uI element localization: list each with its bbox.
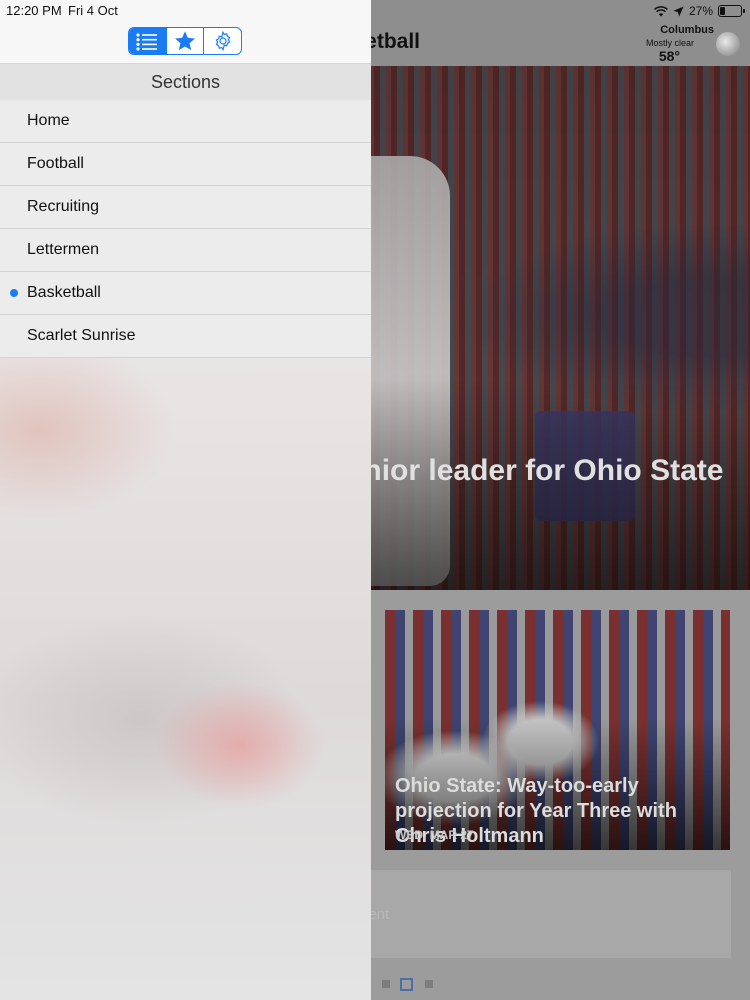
status-time: 12:20 PM (6, 3, 62, 18)
gear-icon (215, 30, 231, 52)
section-item-label: Scarlet Sunrise (27, 327, 136, 344)
page-dot[interactable] (382, 980, 390, 988)
battery-percentage: 27% (688, 4, 713, 18)
section-item-scarlet-sunrise[interactable]: Scarlet Sunrise (0, 315, 371, 358)
segment-settings[interactable] (203, 28, 241, 54)
sections-header: Sections (0, 64, 371, 100)
status-bar: 12:20 PM Fri 4 Oct 27% (0, 0, 750, 22)
weather-widget[interactable]: Columbus Mostly clear 58° (634, 22, 744, 64)
location-arrow-icon (673, 5, 684, 17)
section-list: Home Football Recruiting Lettermen Baske… (0, 100, 371, 358)
section-item-lettermen[interactable]: Lettermen (0, 229, 371, 272)
status-indicators: 27% (654, 3, 745, 19)
hero-headline: senior leader for Ohio State (330, 454, 724, 487)
segment-favorites[interactable] (165, 28, 204, 54)
page-dot-active[interactable] (400, 978, 413, 991)
section-item-home[interactable]: Home (0, 100, 371, 143)
segment-sections[interactable] (129, 28, 166, 54)
sections-panel: Sections Home Football Recruiting Letter… (0, 0, 371, 1000)
battery-level-fill (720, 7, 726, 15)
section-item-football[interactable]: Football (0, 143, 371, 186)
story-card[interactable]: Ohio State: Way-too-early projection for… (385, 610, 730, 850)
section-item-label: Home (27, 112, 70, 129)
page-dot[interactable] (425, 980, 433, 988)
section-item-label: Football (27, 155, 84, 172)
weather-temperature: 58° (658, 48, 680, 64)
weather-condition: Mostly clear (645, 38, 694, 48)
list-icon (136, 33, 158, 51)
status-date: Fri 4 Oct (68, 3, 118, 18)
segmented-control[interactable] (128, 27, 242, 55)
advertisement[interactable] (371, 870, 731, 958)
section-item-basketball[interactable]: Basketball (0, 272, 371, 315)
star-icon (175, 31, 195, 51)
section-item-label: Lettermen (27, 241, 100, 258)
section-item-recruiting[interactable]: Recruiting (0, 186, 371, 229)
wifi-icon (654, 6, 668, 17)
moon-icon (716, 32, 740, 56)
weather-city: Columbus (660, 24, 714, 36)
battery-icon (718, 5, 745, 17)
selected-indicator-dot (10, 289, 18, 297)
section-item-label: Recruiting (27, 198, 100, 215)
story-card-date: WED, MAR 27 (395, 828, 474, 842)
section-item-label: Basketball (27, 284, 101, 301)
